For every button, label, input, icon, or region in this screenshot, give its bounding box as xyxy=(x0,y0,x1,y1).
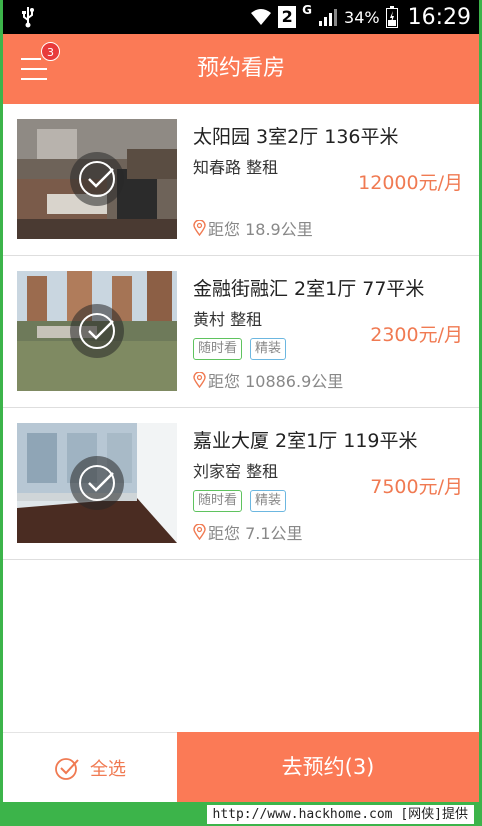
menu-icon-bar xyxy=(21,68,47,70)
listing-item[interactable]: 嘉业大厦 2室1厅 119平米 刘家窑 整租 随时看 精装 7500元/月 距您… xyxy=(3,408,479,560)
usb-icon xyxy=(22,7,34,28)
tag-anytime: 随时看 xyxy=(193,490,243,512)
listing-price: 2300元/月 xyxy=(370,324,463,346)
distance-text: 距您 10886.9公里 xyxy=(208,372,344,391)
listing-photo xyxy=(17,423,177,543)
listing-title: 金融街融汇 2室1厅 77平米 xyxy=(193,278,425,300)
book-viewing-button[interactable]: 去预约(3) xyxy=(177,732,479,802)
listing-tags: 随时看 精装 xyxy=(193,338,287,360)
battery-percent: 34% xyxy=(344,7,380,27)
wifi-icon xyxy=(251,9,272,25)
select-all-label: 全选 xyxy=(90,758,126,780)
listing-distance: 距您 10886.9公里 xyxy=(193,368,343,392)
listing-title: 太阳园 3室2厅 136平米 xyxy=(193,126,399,148)
distance-text: 距您 18.9公里 xyxy=(208,220,313,239)
selected-check-icon[interactable] xyxy=(69,151,125,207)
menu-icon-bar xyxy=(21,78,47,80)
clock: 16:29 xyxy=(407,4,471,30)
selected-check-icon[interactable] xyxy=(69,455,125,511)
app-screen: 2 G 34% 16:29 预约看房 3 太阳园 3室2厅 136平米 知春路 … xyxy=(3,0,479,802)
network-type: G xyxy=(302,3,313,17)
tag-renovated: 精装 xyxy=(250,490,287,512)
check-circle-icon xyxy=(55,757,79,780)
location-pin-icon xyxy=(193,372,206,388)
listing-subtitle: 知春路 整租 xyxy=(193,158,279,177)
sim-slot-badge: 2 xyxy=(278,6,297,28)
listing-list: 太阳园 3室2厅 136平米 知春路 整租 12000元/月 距您 18.9公里 xyxy=(3,104,479,560)
select-all-button[interactable]: 全选 xyxy=(3,732,177,802)
listing-price: 7500元/月 xyxy=(370,476,463,498)
signal-icon xyxy=(319,9,338,26)
location-pin-icon xyxy=(193,524,206,540)
listing-item[interactable]: 金融街融汇 2室1厅 77平米 黄村 整租 随时看 精装 2300元/月 距您 … xyxy=(3,256,479,408)
tag-renovated: 精装 xyxy=(250,338,287,360)
location-pin-icon xyxy=(193,220,206,236)
tag-anytime: 随时看 xyxy=(193,338,243,360)
menu-icon xyxy=(21,58,41,60)
status-bar: 2 G 34% 16:29 xyxy=(3,0,479,34)
selected-check-icon[interactable] xyxy=(69,303,125,359)
listing-distance: 距您 18.9公里 xyxy=(193,216,313,240)
battery-icon xyxy=(385,6,398,28)
status-icons: 2 G 34% 16:29 xyxy=(250,0,471,34)
app-header: 预约看房 3 xyxy=(3,34,479,104)
listing-subtitle: 黄村 整租 xyxy=(193,310,263,329)
menu-count-badge: 3 xyxy=(41,42,60,61)
watermark-text: http://www.hackhome.com [网侠]提供 xyxy=(206,805,474,824)
listing-price: 12000元/月 xyxy=(358,172,463,194)
listing-subtitle: 刘家窑 整租 xyxy=(193,462,279,481)
watermark-banner: http://www.hackhome.com [网侠]提供 xyxy=(0,802,482,826)
listing-distance: 距您 7.1公里 xyxy=(193,520,303,544)
distance-text: 距您 7.1公里 xyxy=(208,524,303,543)
bottom-action-bar: 全选 去预约(3) xyxy=(3,732,479,802)
listing-photo xyxy=(17,119,177,239)
listing-item[interactable]: 太阳园 3室2厅 136平米 知春路 整租 12000元/月 距您 18.9公里 xyxy=(3,104,479,256)
listing-tags: 随时看 精装 xyxy=(193,490,287,512)
page-title: 预约看房 xyxy=(196,56,285,81)
listing-title: 嘉业大厦 2室1厅 119平米 xyxy=(193,430,418,452)
listing-photo xyxy=(17,271,177,391)
